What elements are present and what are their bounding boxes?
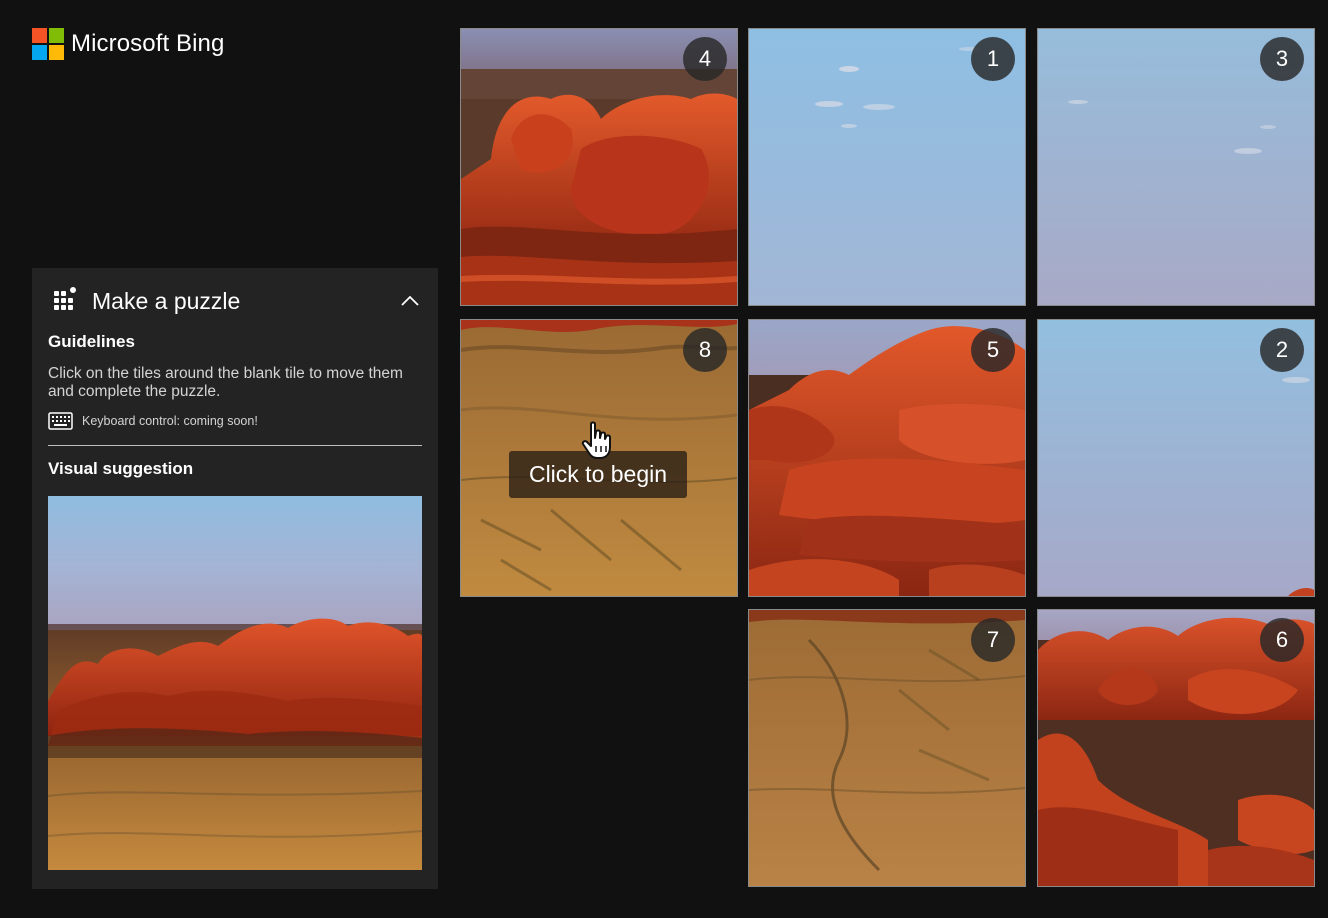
hand-pointer-icon [581,421,611,459]
chevron-up-icon [401,295,419,306]
visual-suggestion-heading: Visual suggestion [48,459,194,478]
panel-title: Make a puzzle [92,287,241,314]
bing-logo[interactable]: Microsoft Bing [32,28,224,60]
keyboard-control-text: Keyboard control: coming soon! [82,414,258,428]
tile-number-badge: 7 [971,618,1015,662]
tile-number-badge: 6 [1260,618,1304,662]
tile-number-badge: 3 [1260,37,1304,81]
puzzle-tile-6[interactable]: 6 [1037,609,1315,887]
divider [48,445,422,446]
guidelines-heading: Guidelines [48,332,135,351]
guidelines-text: Click on the tiles around the blank tile… [48,365,403,400]
puzzle-tile-7[interactable]: 7 [748,609,1026,887]
microsoft-logo-icon [32,28,64,60]
tile-number-badge: 1 [971,37,1015,81]
visual-suggestion-image [48,496,422,870]
puzzle-grid-icon [52,286,78,317]
puzzle-tile-4[interactable]: 4 [460,28,738,306]
blank-tile [460,609,738,887]
puzzle-board: 4 1 3 8 Click to begin 5 2 7 6 [460,28,1316,888]
puzzle-tile-3[interactable]: 3 [1037,28,1315,306]
tile-number-badge: 5 [971,328,1015,372]
panel-header[interactable]: Make a puzzle [52,285,422,317]
keyboard-control-note: Keyboard control: coming soon! [48,412,258,430]
puzzle-tile-5[interactable]: 5 [748,319,1026,597]
brand-name: Microsoft Bing [71,30,225,57]
puzzle-tile-8[interactable]: 8 Click to begin [460,319,738,597]
puzzle-panel: Make a puzzle Guidelines Click on the ti… [32,268,438,889]
tile-number-badge: 4 [683,37,727,81]
tile-number-badge: 2 [1260,328,1304,372]
collapse-button[interactable] [398,289,422,313]
keyboard-icon [48,412,73,430]
tile-number-badge: 8 [683,328,727,372]
puzzle-tile-2[interactable]: 2 [1037,319,1315,597]
puzzle-tile-1[interactable]: 1 [748,28,1026,306]
